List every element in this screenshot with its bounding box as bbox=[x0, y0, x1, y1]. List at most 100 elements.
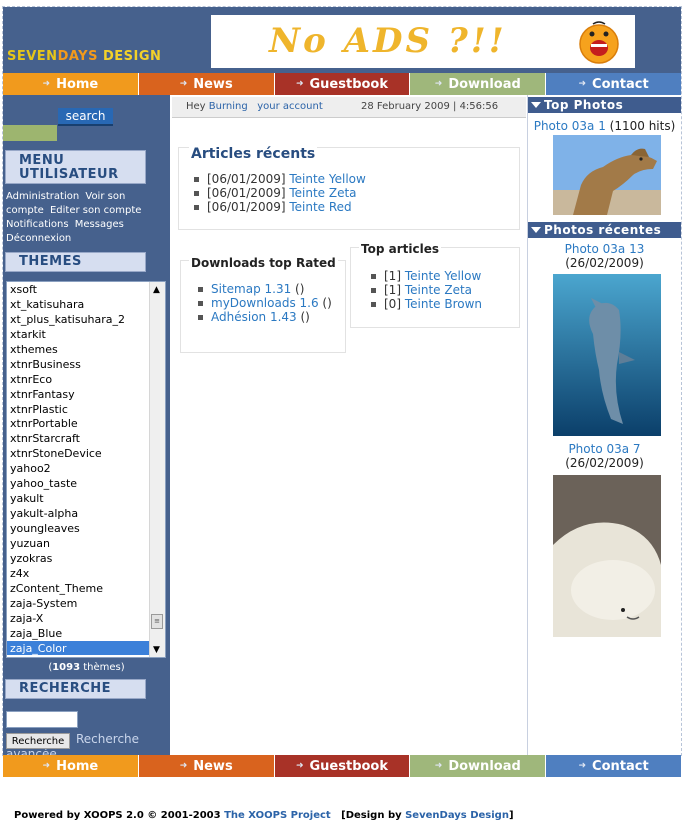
recherche-input[interactable] bbox=[6, 711, 78, 728]
dolphin-photo[interactable] bbox=[553, 274, 661, 436]
nav-guestbook[interactable]: ➜ Guestbook bbox=[274, 755, 411, 777]
xoops-project-link[interactable]: The XOOPS Project bbox=[224, 810, 331, 821]
top-photos-title: Top Photos bbox=[544, 98, 624, 112]
recent-photos-header[interactable]: Photos récentes bbox=[528, 222, 681, 238]
camel-photo[interactable] bbox=[553, 135, 661, 215]
list-item: [06/01/2009] Teinte Red bbox=[189, 200, 366, 214]
logo-part-design: DESIGN bbox=[97, 49, 162, 64]
theme-select-list[interactable]: xsoft xt_katisuhara xt_plus_katisuhara_2 xt… bbox=[6, 281, 166, 658]
menu-notifications[interactable]: Notifications bbox=[6, 219, 69, 230]
theme-option[interactable]: xtnrPlastic bbox=[7, 402, 150, 417]
nav-news[interactable]: ➜ News bbox=[138, 73, 275, 95]
article-link[interactable]: Teinte Zeta bbox=[405, 283, 472, 297]
account-link[interactable]: your account bbox=[257, 101, 323, 112]
theme-scrollbar[interactable]: ▲ ≡ ▼ bbox=[149, 282, 165, 657]
theme-option[interactable]: xtnrStoneDevice bbox=[7, 446, 150, 461]
theme-option[interactable]: xtnrBusiness bbox=[7, 357, 150, 372]
theme-option[interactable]: xtnrStarcraft bbox=[7, 431, 150, 446]
photo-link[interactable]: Photo 03a 7 bbox=[568, 442, 640, 456]
site-logo[interactable]: SEVENDAYS DESIGN bbox=[7, 49, 161, 64]
article-link[interactable]: Teinte Zeta bbox=[289, 186, 356, 200]
theme-option[interactable]: zaja-X bbox=[7, 611, 150, 626]
theme-option[interactable]: zaja_Blue bbox=[7, 626, 150, 641]
article-link[interactable]: Teinte Red bbox=[289, 200, 351, 214]
list-item: [06/01/2009] Teinte Yellow bbox=[189, 172, 366, 186]
ad-banner[interactable]: No ADS ?!! bbox=[211, 15, 635, 68]
nav-contact[interactable]: ➜ Contact bbox=[546, 755, 681, 777]
theme-option[interactable]: xt_katisuhara bbox=[7, 297, 150, 312]
nav-guestbook[interactable]: ➜ Guestbook bbox=[274, 73, 411, 95]
list-item: Adhésion 1.43 () bbox=[193, 310, 343, 324]
article-link[interactable]: Teinte Brown bbox=[405, 297, 482, 311]
theme-option[interactable]: zContent_Theme bbox=[7, 581, 150, 596]
recherche-button[interactable]: Recherche bbox=[6, 733, 70, 749]
theme-option[interactable]: xtarkit bbox=[7, 327, 150, 342]
theme-option[interactable]: yakult bbox=[7, 491, 150, 506]
nav-download[interactable]: ➜ Download bbox=[410, 755, 547, 777]
theme-option[interactable]: yakult-alpha bbox=[7, 506, 150, 521]
list-item: Sitemap 1.31 () bbox=[193, 282, 343, 296]
menu-editer-compte[interactable]: Editer son compte bbox=[50, 205, 141, 216]
top-articles-list: [1] Teinte Yellow [1] Teinte Zeta [0] Te… bbox=[366, 269, 482, 311]
themes-title: THEMES bbox=[5, 252, 146, 272]
articles-recents-box: Articles récents [06/01/2009] Teinte Yel… bbox=[178, 146, 520, 230]
articles-recents-title: Articles récents bbox=[189, 146, 318, 162]
theme-option[interactable]: xtnrPortable bbox=[7, 416, 150, 431]
nav-home[interactable]: ➜ Home bbox=[3, 755, 139, 777]
search-input[interactable] bbox=[3, 125, 57, 141]
article-rank: [1] bbox=[384, 283, 401, 297]
nav-download[interactable]: ➜ Download bbox=[410, 73, 547, 95]
articles-recents-list: [06/01/2009] Teinte Yellow [06/01/2009] … bbox=[189, 172, 366, 214]
nav-home[interactable]: ➜ Home bbox=[3, 73, 139, 95]
arrow-right-icon: ➜ bbox=[42, 761, 51, 771]
current-datetime: 28 February 2009 | 4:56:56 bbox=[361, 101, 499, 112]
nav-news[interactable]: ➜ News bbox=[138, 755, 275, 777]
search-button[interactable]: search bbox=[58, 108, 113, 126]
article-date: [06/01/2009] bbox=[207, 186, 286, 200]
scroll-thumb[interactable]: ≡ bbox=[151, 614, 163, 629]
theme-option[interactable]: youngleaves bbox=[7, 521, 150, 536]
article-link[interactable]: Teinte Yellow bbox=[405, 269, 481, 283]
scroll-down-icon[interactable]: ▼ bbox=[153, 645, 160, 655]
download-link[interactable]: Sitemap 1.31 bbox=[211, 282, 291, 296]
download-suffix: () bbox=[318, 296, 332, 310]
menu-messages[interactable]: Messages bbox=[75, 219, 124, 230]
theme-option[interactable]: xt_plus_katisuhara_2 bbox=[7, 312, 150, 327]
arrow-right-icon: ➜ bbox=[179, 761, 188, 771]
list-item: myDownloads 1.6 () bbox=[193, 296, 343, 310]
arrow-right-icon: ➜ bbox=[295, 79, 304, 89]
sevendays-design-link[interactable]: SevenDays Design bbox=[405, 810, 509, 821]
theme-option[interactable]: xtnrEco bbox=[7, 372, 150, 387]
scroll-up-icon[interactable]: ▲ bbox=[153, 285, 160, 295]
collapse-triangle-icon bbox=[531, 102, 541, 108]
theme-option[interactable]: zaja-System bbox=[7, 596, 150, 611]
photo-link[interactable]: Photo 03a 1 bbox=[534, 119, 606, 133]
download-link[interactable]: Adhésion 1.43 bbox=[211, 310, 297, 324]
nav-contact[interactable]: ➜ Contact bbox=[546, 73, 681, 95]
menu-deconnexion[interactable]: Déconnexion bbox=[6, 233, 71, 244]
download-link[interactable]: myDownloads 1.6 bbox=[211, 296, 319, 310]
top-nav: ➜ Home ➜ News ➜ Guestbook ➜ Download ➜ Contac… bbox=[3, 73, 681, 95]
theme-option[interactable]: xtnrFantasy bbox=[7, 387, 150, 402]
theme-option[interactable]: z4x bbox=[7, 566, 150, 581]
recherche-title: RECHERCHE bbox=[5, 679, 146, 699]
polar-bear-photo[interactable] bbox=[553, 475, 661, 637]
greeting: Hey Burning your account bbox=[186, 101, 323, 112]
theme-option[interactable]: zaja_Color bbox=[7, 640, 150, 656]
theme-count: (1093 thèmes) bbox=[3, 662, 170, 673]
nav-home-label: Home bbox=[56, 76, 99, 92]
user-menu: Administration Voir son compte Editer so… bbox=[6, 190, 166, 246]
theme-option[interactable]: yzokras bbox=[7, 551, 150, 566]
theme-option[interactable]: xsoft bbox=[7, 282, 150, 297]
top-photos-header[interactable]: Top Photos bbox=[528, 97, 681, 113]
article-link[interactable]: Teinte Yellow bbox=[289, 172, 365, 186]
theme-option[interactable]: yahoo2 bbox=[7, 461, 150, 476]
theme-option[interactable]: yahoo_taste bbox=[7, 476, 150, 491]
menu-administration[interactable]: Administration bbox=[6, 191, 79, 202]
article-rank: [1] bbox=[384, 269, 401, 283]
username-link[interactable]: Burning bbox=[209, 101, 248, 112]
article-rank: [0] bbox=[384, 297, 401, 311]
theme-option[interactable]: yuzuan bbox=[7, 536, 150, 551]
photo-link[interactable]: Photo 03a 13 bbox=[565, 242, 645, 256]
theme-option[interactable]: xthemes bbox=[7, 342, 150, 357]
